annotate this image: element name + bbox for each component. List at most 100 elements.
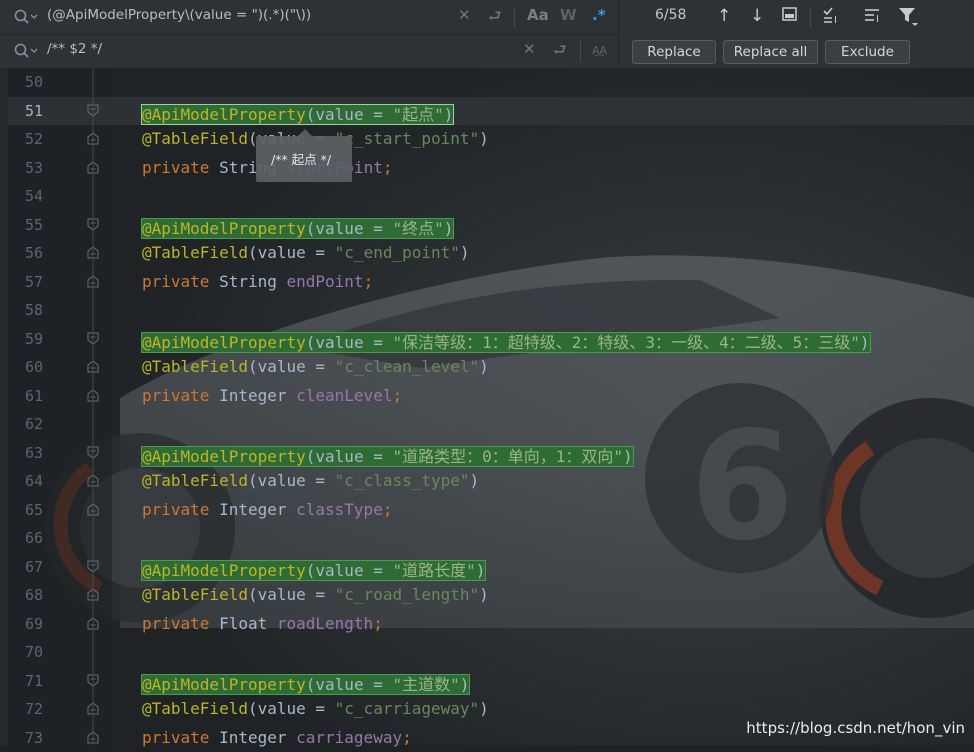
code-line[interactable]: 61private Integer cleanLevel; (0, 382, 974, 411)
code-token: "主道数" (392, 675, 459, 694)
code-token: value = (315, 447, 392, 466)
code-line[interactable]: 50 (0, 68, 974, 97)
code-text: @ApiModelProperty(value = "主道数") (142, 671, 469, 695)
divider (514, 6, 515, 28)
clear-replace-icon[interactable]: ✕ (523, 40, 536, 58)
code-line[interactable]: 69private Float roadLength; (0, 610, 974, 639)
code-text: @ApiModelProperty(value = "起点") (142, 101, 453, 125)
match-highlight: @ApiModelProperty(value = "保洁等级：1：超特级、2：… (142, 333, 870, 352)
filter-icon[interactable] (897, 5, 919, 32)
code-token: @TableField (142, 357, 248, 376)
code-token: value = (315, 219, 392, 238)
code-line[interactable]: 71@ApiModelProperty(value = "主道数") (0, 667, 974, 696)
search-input[interactable]: (@ApiModelProperty\(value = ")(.*)("\)) (47, 7, 311, 23)
match-case-icon[interactable]: Aa (527, 6, 549, 24)
code-token: (value = (248, 699, 335, 718)
code-token: ( (306, 561, 316, 580)
code-line[interactable]: 60@TableField(value = "c_clean_level") (0, 353, 974, 382)
code-text: @TableField(value = "c_carriageway") (142, 699, 489, 718)
code-line[interactable]: 55@ApiModelProperty(value = "终点") (0, 211, 974, 240)
code-token: private (142, 158, 219, 177)
code-line[interactable]: 58 (0, 296, 974, 325)
replace-button[interactable]: Replace (632, 40, 716, 64)
code-text: @TableField(value = "c_road_length") (142, 585, 489, 604)
replace-all-button[interactable]: Replace all (723, 40, 818, 64)
code-token: ) (479, 129, 489, 148)
svg-text:I: I (834, 15, 837, 25)
code-token: (value = (248, 357, 335, 376)
code-line[interactable]: 65private Integer classType; (0, 496, 974, 525)
code-token: value = (315, 105, 392, 124)
code-line[interactable]: 51@ApiModelProperty(value = "起点") (0, 97, 974, 126)
multiline-icon[interactable]: I (863, 5, 883, 30)
clear-search-icon[interactable]: ✕ (458, 6, 471, 24)
code-token: "终点" (392, 219, 443, 238)
code-text: @TableField(value = "c_class_type") (142, 471, 479, 490)
code-line[interactable]: 63@ApiModelProperty(value = "道路类型：0：单向，1… (0, 439, 974, 468)
code-token: private (142, 386, 219, 405)
code-text: private Integer cleanLevel; (142, 386, 402, 405)
exclude-button[interactable]: Exclude (825, 40, 910, 64)
code-token: @ApiModelProperty (142, 561, 306, 580)
code-token: @TableField (142, 471, 248, 490)
divider (580, 40, 581, 62)
code-token: ; (392, 386, 402, 405)
code-token: ( (306, 675, 316, 694)
watermark-url: https://blog.csdn.net/hon_vin (746, 719, 965, 737)
window-edge (0, 68, 8, 745)
code-token: value = (315, 561, 392, 580)
code-token: @ApiModelProperty (142, 447, 306, 466)
code-line[interactable]: 59@ApiModelProperty(value = "保洁等级：1：超特级、… (0, 325, 974, 354)
code-token: ; (383, 500, 393, 519)
regex-icon[interactable]: .* (592, 6, 606, 24)
tooltip-text: /** 起点 */ (271, 149, 331, 168)
select-all-occurrences-icon[interactable] (781, 5, 799, 28)
preserve-case-icon[interactable]: A͟A (592, 44, 607, 57)
code-line[interactable]: 57private String endPoint; (0, 268, 974, 297)
code-line[interactable]: 67@ApiModelProperty(value = "道路长度") (0, 553, 974, 582)
code-line[interactable]: 70 (0, 638, 974, 667)
code-token: @TableField (142, 585, 248, 604)
code-token: @TableField (142, 699, 248, 718)
code-text: @ApiModelProperty(value = "道路类型：0：单向，1：双… (142, 443, 633, 467)
code-token: "道路类型：0：单向，1：双向" (392, 447, 623, 466)
code-token: Integer (219, 500, 296, 519)
search-in-selection-icon[interactable]: I (822, 5, 844, 30)
code-token: private (142, 728, 219, 747)
search-history-icon[interactable] (14, 9, 40, 25)
code-token: "c_carriageway" (335, 699, 480, 718)
match-highlight: @ApiModelProperty(value = "道路长度") (142, 561, 485, 580)
next-occurrence-icon[interactable]: ↓ (750, 6, 764, 26)
code-text: @ApiModelProperty(value = "保洁等级：1：超特级、2：… (142, 329, 870, 353)
code-editor[interactable]: 5051@ApiModelProperty(value = "起点")52@Ta… (0, 68, 974, 745)
code-token: ) (860, 333, 870, 352)
code-token: ( (306, 333, 316, 352)
code-token: ) (479, 699, 489, 718)
code-token: @ApiModelProperty (142, 105, 306, 124)
code-line[interactable]: 56@TableField(value = "c_end_point") (0, 239, 974, 268)
code-line[interactable]: 62 (0, 410, 974, 439)
code-token: (value = (248, 585, 335, 604)
code-text: private Integer carriageway; (142, 728, 412, 747)
current-match-highlight: @ApiModelProperty(value = "起点") (142, 105, 453, 124)
code-text: private String endPoint; (142, 272, 373, 291)
code-token: @ApiModelProperty (142, 333, 306, 352)
code-line[interactable]: 54 (0, 182, 974, 211)
replace-history-icon[interactable] (14, 43, 40, 59)
code-token: String (219, 272, 286, 291)
code-token: "c_class_type" (335, 471, 470, 490)
code-line[interactable]: 64@TableField(value = "c_class_type") (0, 467, 974, 496)
new-line-icon[interactable]: ⮐ (553, 40, 567, 65)
code-token: private (142, 500, 219, 519)
code-token: ( (306, 447, 316, 466)
code-token: "保洁等级：1：超特级、2：特级、3：一级、4：二级、5：三级" (392, 333, 859, 352)
new-line-icon[interactable]: ⮐ (488, 6, 502, 31)
code-line[interactable]: 53private String startPoint; (0, 154, 974, 183)
code-line[interactable]: 52@TableField(value = "c_start_point") (0, 125, 974, 154)
previous-occurrence-icon[interactable]: ↑ (717, 6, 731, 26)
words-icon[interactable]: W (560, 6, 577, 24)
replace-input[interactable]: /** $2 */ (47, 41, 102, 57)
code-line[interactable]: 68@TableField(value = "c_road_length") (0, 581, 974, 610)
code-token: ) (479, 357, 489, 376)
code-line[interactable]: 66 (0, 524, 974, 553)
